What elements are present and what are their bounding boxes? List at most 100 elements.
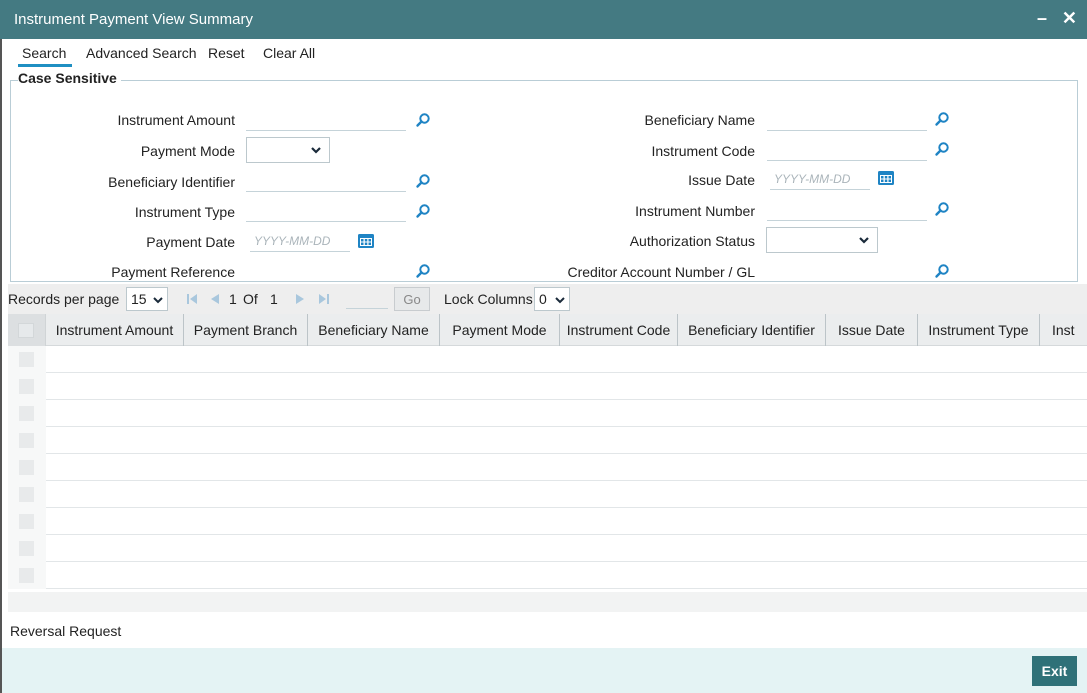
row-checkbox[interactable] <box>8 508 46 535</box>
instrument-type-input[interactable] <box>246 200 406 222</box>
instrument-code-label: Instrument Code <box>651 143 756 159</box>
page-number-input[interactable] <box>346 308 388 309</box>
select-all-checkbox[interactable] <box>8 314 46 346</box>
window-title: Instrument Payment View Summary <box>14 11 253 28</box>
row-checkbox[interactable] <box>8 400 46 427</box>
next-page-icon[interactable] <box>294 293 306 305</box>
instrument-type-search-icon[interactable] <box>415 203 431 219</box>
column-header[interactable]: Beneficiary Identifier <box>678 314 826 346</box>
column-header[interactable]: Instrument Type <box>918 314 1040 346</box>
last-page-icon[interactable] <box>318 293 330 305</box>
go-button[interactable]: Go <box>394 287 430 311</box>
table-row[interactable] <box>8 481 1087 508</box>
reset-button[interactable]: Reset <box>208 45 245 61</box>
instrument-amount-input[interactable] <box>246 109 406 131</box>
instrument-amount-search-icon[interactable] <box>415 112 431 128</box>
instrument-code-input[interactable] <box>767 139 927 161</box>
payment-date-input[interactable] <box>250 230 350 252</box>
column-header[interactable]: Instrument Amount <box>46 314 184 346</box>
minimize-icon[interactable]: – <box>1037 9 1047 27</box>
column-header[interactable]: Beneficiary Name <box>308 314 440 346</box>
instrument-number-search-icon[interactable] <box>934 201 950 217</box>
payment-date-calendar-icon[interactable] <box>357 233 375 249</box>
row-checkbox[interactable] <box>8 373 46 400</box>
chevron-down-icon <box>153 297 163 304</box>
chevron-down-icon <box>555 297 565 304</box>
table-row[interactable] <box>8 454 1087 481</box>
instrument-code-search-icon[interactable] <box>934 141 950 157</box>
column-header[interactable]: Issue Date <box>826 314 918 346</box>
current-page: 1 <box>229 291 237 307</box>
column-header[interactable]: Inst <box>1040 314 1087 346</box>
payment-reference-search-icon[interactable] <box>415 263 431 279</box>
table-row[interactable] <box>8 346 1087 373</box>
records-per-page-select[interactable]: 15 <box>126 287 168 311</box>
footer: Exit <box>0 648 1087 693</box>
reversal-request-area: Reversal Request <box>0 612 1087 648</box>
beneficiary-identifier-input[interactable] <box>246 170 406 192</box>
records-per-page-label: Records per page <box>8 291 120 307</box>
column-header[interactable]: Instrument Code <box>560 314 678 346</box>
first-page-icon[interactable] <box>186 293 198 305</box>
advanced-search-button[interactable]: Advanced Search <box>86 45 197 61</box>
table-row[interactable] <box>8 373 1087 400</box>
records-per-page-value: 15 <box>131 291 147 307</box>
pagination-bar: Records per page 15 1 Of 1 Go Lock Colum… <box>8 284 1087 314</box>
grid-header: Instrument Amount Payment Branch Benefic… <box>8 314 1087 346</box>
active-tab-indicator <box>18 64 72 67</box>
payment-mode-select[interactable] <box>246 137 330 163</box>
instrument-number-label: Instrument Number <box>635 203 755 219</box>
toolbar: Search Advanced Search Reset Clear All <box>0 39 1087 69</box>
search-button[interactable]: Search <box>22 45 66 61</box>
issue-date-label: Issue Date <box>688 172 755 188</box>
instrument-number-input[interactable] <box>767 199 927 221</box>
case-sensitive-legend: Case Sensitive <box>18 70 121 86</box>
table-row[interactable] <box>8 508 1087 535</box>
authorization-status-label: Authorization Status <box>629 233 755 249</box>
total-pages: 1 <box>270 291 278 307</box>
close-icon[interactable]: ✕ <box>1062 9 1077 27</box>
beneficiary-name-input[interactable] <box>767 109 927 131</box>
grid-scroll-area <box>8 592 1087 612</box>
issue-date-input[interactable] <box>770 168 870 190</box>
clear-all-button[interactable]: Clear All <box>263 45 315 61</box>
lock-columns-label: Lock Columns <box>444 291 533 307</box>
row-checkbox[interactable] <box>8 346 46 373</box>
of-label: Of <box>243 291 258 307</box>
instrument-amount-label: Instrument Amount <box>117 112 235 128</box>
table-row[interactable] <box>8 427 1087 454</box>
reversal-request-link[interactable]: Reversal Request <box>10 623 121 639</box>
beneficiary-name-label: Beneficiary Name <box>644 112 756 128</box>
chevron-down-icon <box>859 237 869 244</box>
table-row[interactable] <box>8 400 1087 427</box>
payment-reference-label: Payment Reference <box>111 264 235 280</box>
authorization-status-select[interactable] <box>766 227 878 253</box>
title-bar: Instrument Payment View Summary – ✕ <box>0 0 1087 39</box>
beneficiary-identifier-search-icon[interactable] <box>415 173 431 189</box>
payment-date-label: Payment Date <box>146 234 235 250</box>
row-checkbox[interactable] <box>8 427 46 454</box>
row-checkbox[interactable] <box>8 454 46 481</box>
payment-mode-label: Payment Mode <box>140 143 235 159</box>
row-checkbox[interactable] <box>8 535 46 562</box>
exit-button[interactable]: Exit <box>1032 656 1077 686</box>
creditor-account-label: Creditor Account Number / GL <box>567 264 755 280</box>
instrument-type-label: Instrument Type <box>134 204 235 220</box>
chevron-down-icon <box>311 147 321 154</box>
lock-columns-select[interactable]: 0 <box>534 287 570 311</box>
lock-columns-value: 0 <box>539 291 547 307</box>
issue-date-calendar-icon[interactable] <box>877 170 895 186</box>
creditor-account-input[interactable] <box>767 260 927 282</box>
column-header[interactable]: Payment Branch <box>184 314 308 346</box>
table-row[interactable] <box>8 535 1087 562</box>
column-header[interactable]: Payment Mode <box>440 314 560 346</box>
row-checkbox[interactable] <box>8 562 46 589</box>
previous-page-icon[interactable] <box>209 293 221 305</box>
table-row[interactable] <box>8 562 1087 589</box>
beneficiary-identifier-label: Beneficiary Identifier <box>108 174 235 190</box>
payment-reference-input[interactable] <box>246 260 406 282</box>
results-grid: Instrument Amount Payment Branch Benefic… <box>8 314 1087 612</box>
beneficiary-name-search-icon[interactable] <box>934 111 950 127</box>
creditor-account-search-icon[interactable] <box>934 263 950 279</box>
row-checkbox[interactable] <box>8 481 46 508</box>
